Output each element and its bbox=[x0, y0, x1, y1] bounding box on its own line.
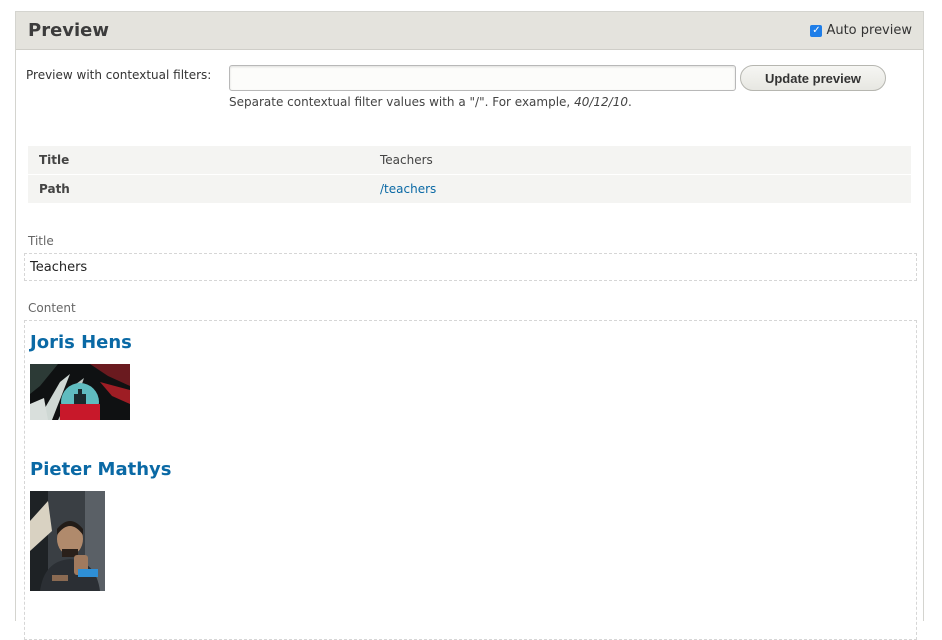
teacher-name-link[interactable]: Pieter Mathys bbox=[30, 459, 171, 480]
contextual-filters-label: Preview with contextual filters: bbox=[26, 68, 212, 82]
path-link[interactable]: /teachers bbox=[380, 182, 436, 196]
info-value-path: /teachers bbox=[369, 174, 911, 204]
abstract-art-thumbnail-icon[interactable] bbox=[30, 364, 130, 420]
update-preview-button[interactable]: Update preview bbox=[740, 65, 886, 91]
table-row: Path /teachers bbox=[28, 174, 911, 204]
info-value-title: Teachers bbox=[369, 146, 911, 175]
auto-preview-checkbox[interactable]: ✓ bbox=[810, 24, 823, 37]
portrait-photo-thumbnail-icon[interactable] bbox=[30, 491, 105, 591]
title-section-label: Title bbox=[28, 234, 54, 248]
title-section-box: Teachers bbox=[24, 253, 917, 281]
content-section-label: Content bbox=[28, 301, 76, 315]
view-info-table: Title Teachers Path /teachers bbox=[28, 146, 911, 204]
contextual-filters-help: Separate contextual filter values with a… bbox=[229, 95, 632, 109]
contextual-filters-input[interactable] bbox=[229, 65, 736, 91]
auto-preview-toggle[interactable]: ✓ Auto preview bbox=[810, 23, 912, 38]
contextual-filters: Preview with contextual filters: Update … bbox=[26, 65, 913, 115]
info-key-path: Path bbox=[28, 174, 369, 204]
title-section-value: Teachers bbox=[30, 260, 88, 275]
teacher-name-link[interactable]: Joris Hens bbox=[30, 332, 132, 353]
table-row: Title Teachers bbox=[28, 146, 911, 175]
auto-preview-label: Auto preview bbox=[826, 23, 912, 38]
info-key-title: Title bbox=[28, 146, 369, 175]
content-section-box: Joris Hens Pieter Mathys bbox=[24, 320, 917, 640]
preview-header: Preview ✓ Auto preview bbox=[16, 12, 923, 50]
preview-title: Preview bbox=[28, 20, 110, 41]
preview-panel: Preview ✓ Auto preview Preview with cont… bbox=[15, 11, 924, 640]
